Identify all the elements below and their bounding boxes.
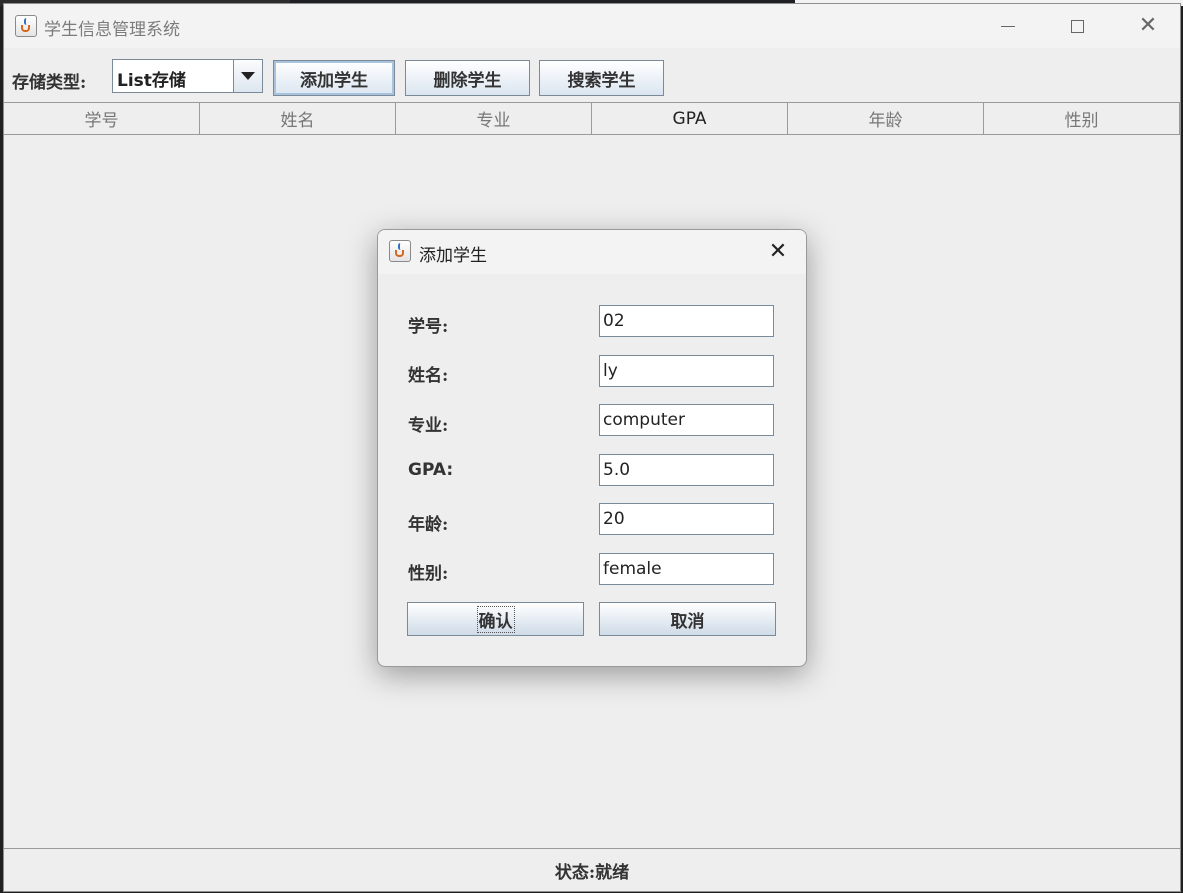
column-header-major[interactable]: 专业 <box>396 103 592 134</box>
confirm-button-label: 确认 <box>476 605 515 633</box>
column-header-gpa[interactable]: GPA <box>592 103 788 134</box>
name-label: 姓名: <box>408 366 449 386</box>
cancel-button[interactable]: 取消 <box>599 602 776 636</box>
add-student-dialog: 添加学生 ✕ 学号: 姓名: 专业: GPA: 年龄: 性别: 确认 取消 <box>377 229 807 667</box>
gpa-input[interactable] <box>599 454 774 486</box>
close-icon: ✕ <box>768 239 788 264</box>
maximize-icon <box>1070 19 1084 33</box>
storage-type-value: List存储 <box>117 71 186 91</box>
column-header-name[interactable]: 姓名 <box>200 103 396 134</box>
gender-input[interactable] <box>599 553 774 585</box>
add-student-button[interactable]: 添加学生 <box>273 60 395 96</box>
minimize-button[interactable] <box>985 4 1031 48</box>
close-button[interactable]: ✕ <box>1125 4 1171 48</box>
chevron-down-icon <box>241 72 255 80</box>
student-id-label: 学号: <box>408 317 449 337</box>
dialog-close-button[interactable]: ✕ <box>756 230 800 274</box>
java-icon <box>15 15 37 37</box>
age-label: 年龄: <box>408 515 449 535</box>
delete-student-button[interactable]: 删除学生 <box>405 60 530 96</box>
major-label: 专业: <box>408 416 449 436</box>
confirm-button[interactable]: 确认 <box>407 602 584 636</box>
title-bar[interactable]: 学生信息管理系统 ✕ <box>4 4 1180 48</box>
column-header-age[interactable]: 年龄 <box>788 103 984 134</box>
toolbar: 存储类型: List存储 添加学生 删除学生 搜索学生 <box>4 48 1180 102</box>
window-title: 学生信息管理系统 <box>44 20 180 40</box>
maximize-button[interactable] <box>1054 4 1100 48</box>
minimize-icon <box>1001 25 1015 27</box>
column-header-id[interactable]: 学号 <box>4 103 200 134</box>
column-header-gender[interactable]: 性别 <box>984 103 1180 134</box>
table-header: 学号 姓名 专业 GPA 年龄 性别 <box>4 102 1180 135</box>
java-icon <box>389 240 411 262</box>
status-bar: 状态:就绪 <box>4 848 1180 891</box>
gpa-label: GPA: <box>408 460 454 480</box>
search-student-button[interactable]: 搜索学生 <box>539 60 664 96</box>
dialog-title: 添加学生 <box>419 246 487 266</box>
storage-type-label: 存储类型: <box>12 73 87 93</box>
student-id-input[interactable] <box>599 305 774 337</box>
dialog-title-bar[interactable]: 添加学生 ✕ <box>378 230 806 274</box>
name-input[interactable] <box>599 355 774 387</box>
age-input[interactable] <box>599 503 774 535</box>
dropdown-arrow-button[interactable] <box>233 60 262 92</box>
major-input[interactable] <box>599 404 774 436</box>
close-icon: ✕ <box>1138 13 1158 38</box>
gender-label: 性别: <box>408 564 449 584</box>
storage-type-select[interactable]: List存储 <box>112 59 263 93</box>
